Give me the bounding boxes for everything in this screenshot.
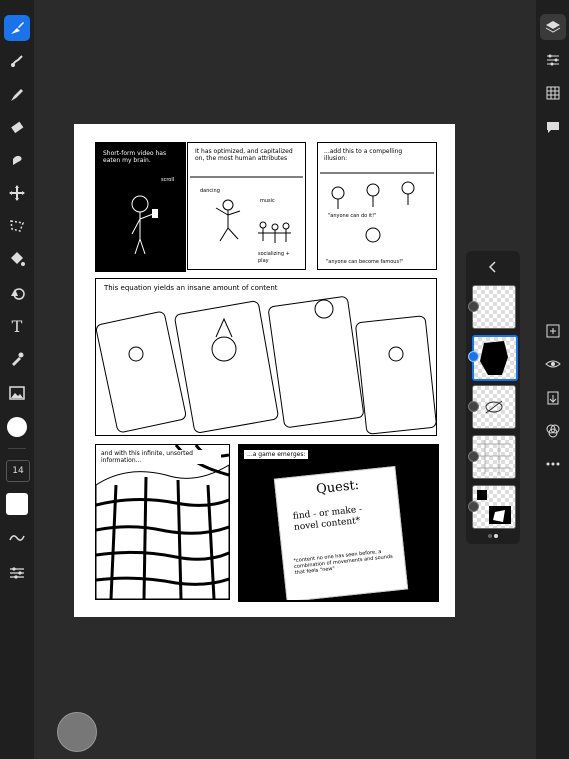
right-toolbar — [536, 0, 569, 759]
layer-visibility-eye-icon[interactable] — [540, 351, 566, 377]
layers-page-dot-2[interactable] — [494, 534, 498, 538]
shapes-tool-icon[interactable] — [4, 280, 30, 306]
pixel-brush-tool-icon[interactable] — [4, 15, 30, 41]
comic-panel-1: Short-form video has eaten my brain. scr… — [95, 142, 186, 272]
panel-4-drawing — [96, 296, 436, 435]
tool-options-icon[interactable] — [4, 560, 30, 586]
eraser-tool-icon[interactable] — [4, 114, 30, 140]
panel-2-drawing — [190, 176, 303, 243]
blend-mode-icon[interactable] — [540, 418, 566, 444]
panel-1-drawing — [131, 195, 158, 255]
fill-tool-icon[interactable] — [4, 246, 30, 272]
comic-panel-2: It has optimized, and capitalized on, th… — [187, 142, 306, 270]
layer-1-visibility-dot[interactable] — [468, 301, 479, 312]
quest-footnote: *content no one has seen before, a combi… — [293, 548, 394, 577]
color-picker-swatch[interactable] — [7, 417, 27, 437]
brush-size-indicator[interactable]: 14 — [6, 460, 30, 482]
toolbar-divider — [8, 448, 26, 449]
layer-thumbnail-2[interactable] — [472, 335, 518, 381]
text-tool-icon[interactable]: T — [4, 313, 30, 339]
image-tool-icon[interactable] — [4, 380, 30, 406]
panel-5-drawing — [96, 445, 229, 599]
quest-subtitle: find - or make - novel content* — [292, 504, 363, 533]
smudge-tool-icon[interactable] — [4, 147, 30, 173]
panel-6-caption: ...a game emerges: — [244, 450, 309, 459]
collapse-layers-icon[interactable] — [486, 259, 500, 273]
comic-panel-3: ...add this to a compelling illusion: "a… — [317, 142, 437, 270]
comments-icon[interactable] — [540, 114, 566, 140]
more-options-icon[interactable] — [540, 451, 566, 477]
canvas-page[interactable]: Short-form video has eaten my brain. scr… — [74, 124, 455, 617]
eyedropper-tool-icon[interactable] — [4, 346, 30, 372]
brush-settings-icon[interactable] — [4, 525, 30, 551]
comic-panel-5: and with this infinite, unsorted informa… — [95, 444, 230, 600]
move-tool-icon[interactable] — [4, 180, 30, 206]
layers-page-dot-1[interactable] — [488, 534, 492, 538]
opacity-indicator[interactable] — [6, 493, 28, 515]
merge-layer-icon[interactable] — [540, 385, 566, 411]
layers-icon[interactable] — [540, 14, 566, 40]
brush-size-value: 14 — [12, 466, 24, 476]
add-layer-icon[interactable] — [540, 318, 566, 344]
grid-icon[interactable] — [540, 80, 566, 106]
layer-2-visibility-dot[interactable] — [468, 351, 479, 362]
touch-shortcut-button[interactable] — [57, 712, 97, 752]
vector-brush-tool-icon[interactable] — [4, 82, 30, 108]
live-brush-tool-icon[interactable] — [4, 48, 30, 74]
layers-panel — [466, 251, 520, 544]
adjustments-icon[interactable] — [540, 47, 566, 73]
panel-5-caption: and with this infinite, unsorted informa… — [101, 450, 221, 464]
layer-4-visibility-dot[interactable] — [468, 451, 479, 462]
selection-tool-icon[interactable] — [4, 213, 30, 239]
quest-scroll: Quest: find - or make - novel content* *… — [273, 465, 409, 600]
left-toolbar: T 14 — [0, 0, 34, 759]
panel-3-drawing — [320, 172, 434, 243]
comic-panel-4: This equation yields an insane amount of… — [95, 278, 437, 436]
layer-3-visibility-dot[interactable] — [468, 401, 479, 412]
quest-title: Quest: — [315, 477, 360, 498]
comic-panel-6: ...a game emerges: Quest: find - or make… — [238, 444, 439, 602]
layer-5-visibility-dot[interactable] — [468, 501, 479, 512]
